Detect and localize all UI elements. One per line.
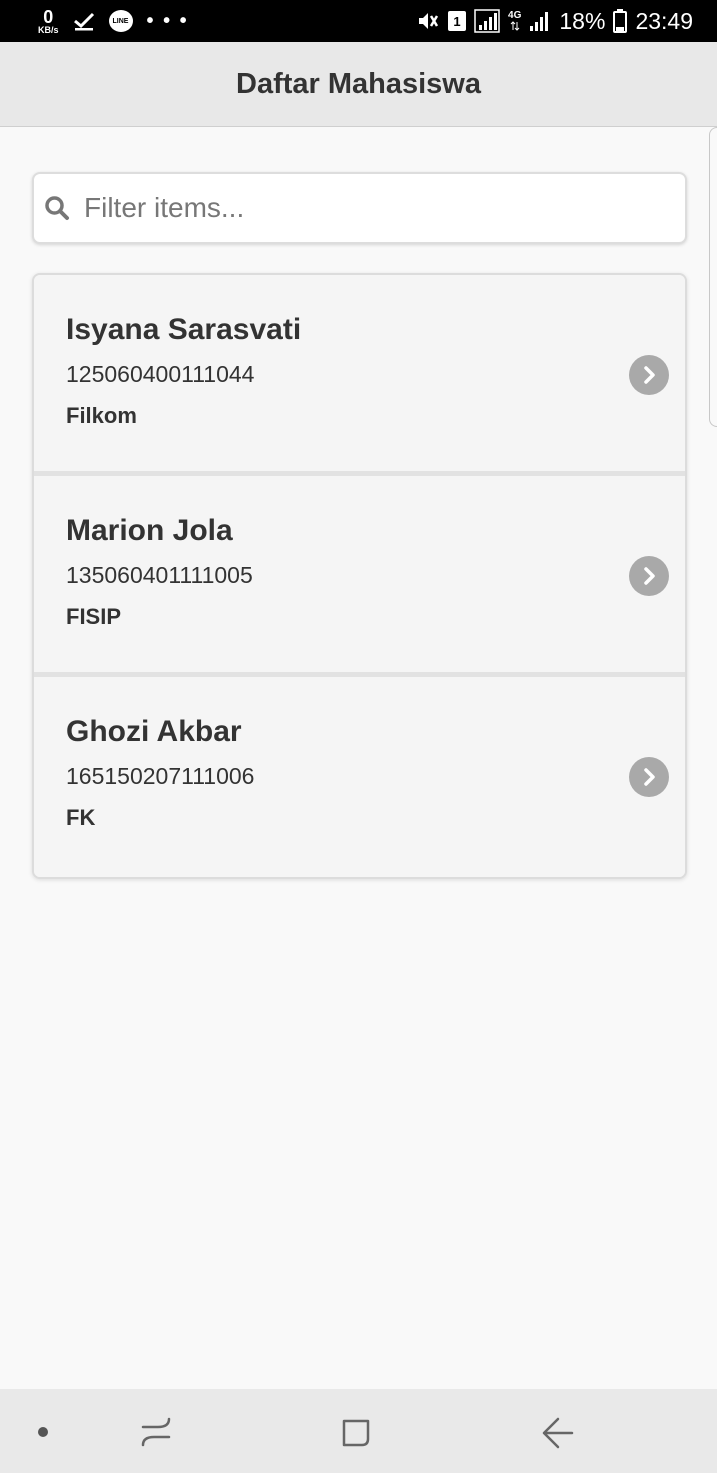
- nav-dot-icon: [37, 1426, 49, 1438]
- home-icon[interactable]: [338, 1415, 374, 1451]
- status-bar: 0 KB/s LINE • • • 1 4G 18% 23:49: [0, 0, 717, 42]
- back-icon[interactable]: [538, 1415, 576, 1451]
- recent-apps-icon[interactable]: [138, 1415, 174, 1449]
- list-item[interactable]: Ghozi Akbar 165150207111006 FK: [34, 677, 685, 877]
- battery-percent: 18%: [559, 7, 606, 34]
- search-icon: [42, 193, 72, 223]
- search-input[interactable]: [84, 192, 644, 224]
- app-header: Daftar Mahasiswa: [0, 42, 717, 127]
- network-type: 4G: [508, 11, 521, 31]
- chevron-right-icon[interactable]: [629, 355, 669, 395]
- student-name: Marion Jola: [66, 514, 233, 547]
- student-nim: 125060400111044: [66, 361, 255, 387]
- student-name: Ghozi Akbar: [66, 715, 242, 748]
- mute-vibrate-icon: [416, 10, 440, 32]
- clock: 23:49: [635, 7, 693, 34]
- system-nav-bar: [0, 1389, 717, 1473]
- status-right: 1 4G 18% 23:49: [416, 8, 693, 35]
- data-speed-value: 0: [43, 6, 54, 27]
- student-faculty: Filkom: [66, 403, 137, 428]
- student-nim: 135060401111005: [66, 562, 253, 588]
- page-title: Daftar Mahasiswa: [236, 67, 481, 100]
- sim-slot-badge: 1: [448, 11, 467, 31]
- list-item[interactable]: Isyana Sarasvati 125060400111044 Filkom: [34, 275, 685, 476]
- chevron-right-icon[interactable]: [629, 556, 669, 596]
- search-bar[interactable]: [32, 172, 687, 244]
- data-arrows-icon: [510, 21, 520, 31]
- network-type-label: 4G: [508, 10, 522, 21]
- chevron-right-icon[interactable]: [629, 757, 669, 797]
- signal-bars-icon: [529, 10, 551, 32]
- battery-icon: [613, 9, 628, 33]
- signal-strength-icon: [474, 9, 500, 33]
- scroll-indicator[interactable]: [709, 127, 717, 427]
- student-nim: 165150207111006: [66, 763, 255, 789]
- student-faculty: FISIP: [66, 604, 122, 629]
- list-item[interactable]: Marion Jola 135060401111005 FISIP: [34, 476, 685, 677]
- more-notifications-icon: • • •: [146, 10, 189, 32]
- data-speed-unit: KB/s: [38, 24, 59, 35]
- student-faculty: FK: [66, 805, 96, 830]
- student-name: Isyana Sarasvati: [66, 313, 302, 346]
- task-done-icon: [73, 11, 95, 31]
- status-left: 0 KB/s LINE • • •: [38, 8, 189, 35]
- line-app-icon: LINE: [108, 10, 133, 32]
- student-list: Isyana Sarasvati 125060400111044 Filkom …: [32, 273, 687, 879]
- data-speed: 0 KB/s: [38, 8, 59, 35]
